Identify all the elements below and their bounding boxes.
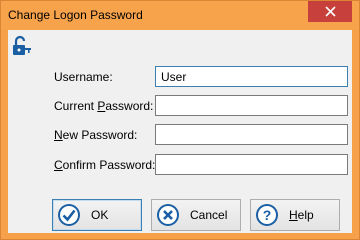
help-label: Help: [289, 208, 314, 222]
checkmark-icon: [58, 204, 80, 226]
question-icon: ?: [256, 204, 278, 226]
username-field[interactable]: [155, 66, 348, 87]
username-label: Username:: [54, 70, 113, 84]
new-password-field[interactable]: [155, 124, 348, 145]
dialog-body: Username: Current Password: New Password…: [8, 30, 352, 233]
svg-text:?: ?: [263, 207, 272, 223]
lock-icon: [13, 35, 31, 55]
new-password-label: New Password:: [54, 128, 138, 142]
confirm-password-label: Confirm Password:: [54, 158, 156, 172]
x-icon: [157, 204, 179, 226]
cancel-button[interactable]: Cancel: [151, 199, 241, 231]
title-bar[interactable]: Change Logon Password: [1, 1, 359, 30]
cancel-label: Cancel: [190, 208, 228, 222]
change-password-dialog: Change Logon Password Username: Current …: [0, 0, 360, 240]
close-icon: [324, 6, 336, 17]
help-button[interactable]: ? Help: [250, 199, 340, 231]
current-password-field[interactable]: [155, 95, 348, 116]
ok-button[interactable]: OK: [52, 199, 142, 231]
ok-label: OK: [91, 208, 109, 222]
confirm-password-field[interactable]: [155, 154, 348, 175]
window-title: Change Logon Password: [8, 8, 143, 22]
close-button[interactable]: [308, 1, 352, 22]
current-password-label: Current Password:: [54, 99, 154, 113]
